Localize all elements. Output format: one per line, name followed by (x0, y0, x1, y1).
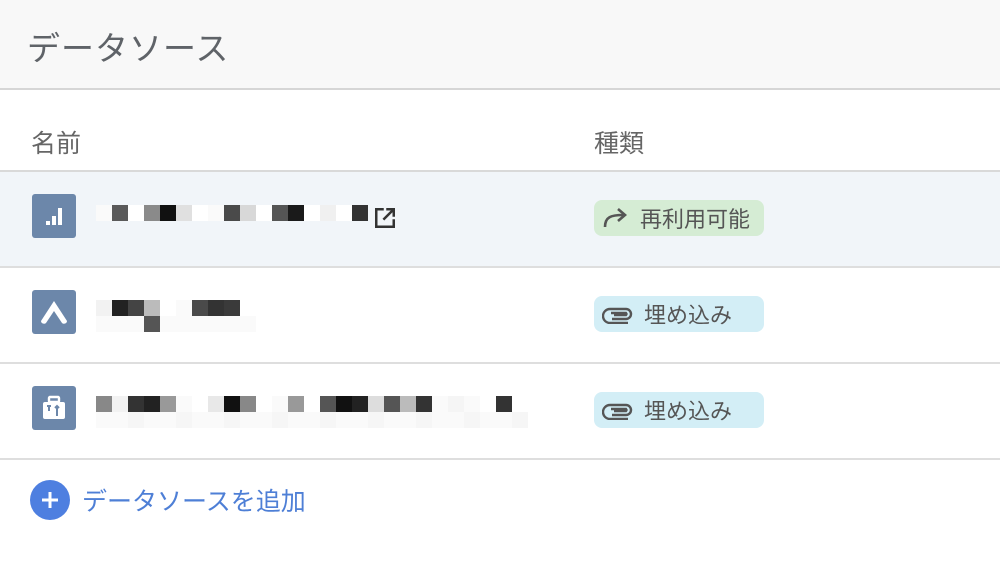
type-badge: 埋め込み (594, 296, 764, 332)
data-sources-panel: データソース 名前 種類 再利用可能 埋め込み 埋め込み データソースを追加 (0, 0, 1000, 564)
type-badge: 埋め込み (594, 392, 764, 428)
bar-chart-icon (32, 194, 76, 238)
plus-circle-icon (30, 480, 70, 520)
table-header: 名前 種類 (0, 92, 1000, 172)
type-badge-label: 再利用可能 (640, 208, 751, 233)
redacted-name (96, 300, 256, 332)
column-header-name: 名前 (31, 129, 82, 158)
share-arrow-icon (603, 208, 627, 228)
paperclip-icon (602, 403, 633, 420)
column-header-type: 種類 (594, 129, 645, 158)
paperclip-icon (602, 307, 633, 324)
toolbox-icon (32, 386, 76, 430)
type-badge-label: 埋め込み (644, 304, 733, 329)
add-data-source-label: データソースを追加 (82, 487, 306, 516)
panel-header: データソース (0, 0, 1000, 90)
app-logo-icon (32, 290, 76, 334)
type-badge-label: 埋め込み (644, 400, 733, 425)
redacted-name (96, 396, 528, 428)
table-row[interactable]: 埋め込み (0, 268, 1000, 364)
type-badge: 再利用可能 (594, 200, 764, 236)
table-row[interactable]: 埋め込み (0, 364, 1000, 460)
redacted-name (96, 205, 368, 221)
table-row[interactable]: 再利用可能 (0, 172, 1000, 268)
page-title: データソース (27, 29, 230, 68)
add-data-source-button[interactable]: データソースを追加 (30, 480, 306, 520)
external-link-icon[interactable] (370, 203, 400, 233)
